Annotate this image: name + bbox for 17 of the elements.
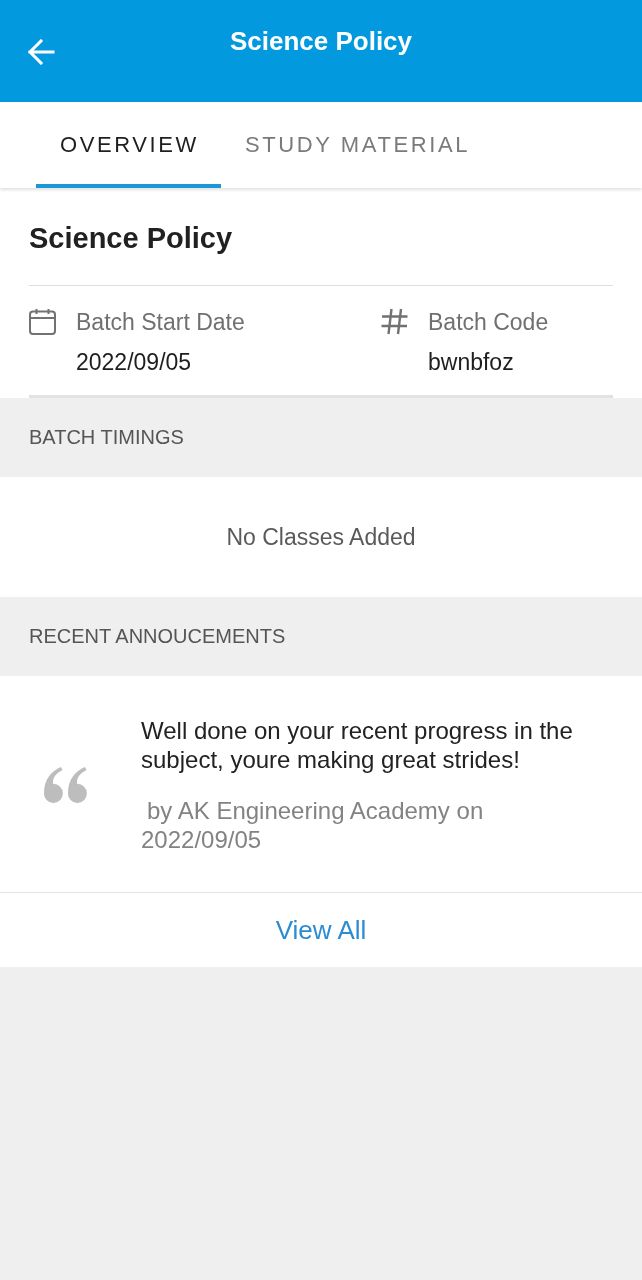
back-arrow-icon <box>27 39 55 65</box>
announcement-message: Well done on your recent progress in the subject, youre making great strides! <box>141 716 574 774</box>
detail-label: Batch Code <box>428 308 549 336</box>
section-heading: BATCH TIMINGS <box>29 426 184 449</box>
quote-icon <box>44 767 88 803</box>
course-title: Science Policy <box>29 188 613 286</box>
detail-value: 2022/09/05 <box>76 348 193 376</box>
view-all-link[interactable]: View All <box>275 914 367 946</box>
detail-label: Batch Start Date <box>76 308 245 336</box>
detail-value: bwnbfoz <box>428 348 515 376</box>
hash-icon <box>381 308 408 335</box>
page-title: Science Policy <box>229 25 413 58</box>
section-heading: RECENT ANNOUCEMENTS <box>29 625 286 648</box>
tab[interactable]: STUDY MATERIAL <box>221 102 493 188</box>
calendar-icon <box>29 308 56 335</box>
announcement-byline: by AK Engineering Academy on 2022/09/05 <box>141 796 485 854</box>
empty-message: No Classes Added <box>226 523 416 551</box>
